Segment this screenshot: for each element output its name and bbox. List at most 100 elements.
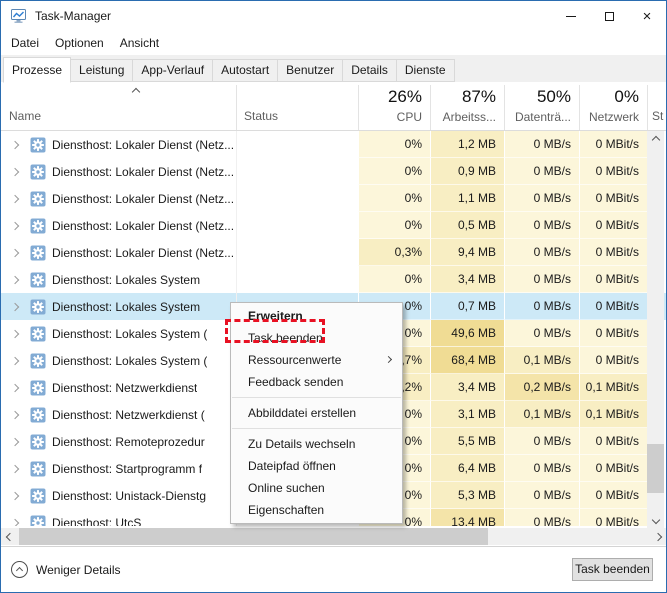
menubar-item-ansicht[interactable]: Ansicht bbox=[112, 31, 167, 55]
mem-cell: 1,1 MB bbox=[430, 185, 504, 212]
service-gear-icon bbox=[30, 191, 46, 207]
expand-chevron-icon[interactable] bbox=[11, 329, 19, 337]
disk-total-percent: 50% bbox=[504, 87, 579, 107]
net-cell: 0 MBit/s bbox=[579, 455, 647, 482]
process-name: Diensthost: Lokaler Dienst (Netz... bbox=[52, 192, 234, 206]
process-name: Diensthost: Startprogramm f bbox=[52, 462, 202, 476]
chevron-up-circle-icon bbox=[11, 561, 28, 578]
vertical-scroll-thumb[interactable] bbox=[647, 444, 664, 493]
status-cell bbox=[236, 131, 358, 158]
menu-separator bbox=[232, 428, 401, 429]
disk-cell: 0 MB/s bbox=[504, 239, 579, 266]
cpu-column-label: CPU bbox=[358, 110, 430, 124]
process-name-cell: Diensthost: Netzwerkdienst bbox=[1, 374, 236, 401]
context-menu-item-ressourcenwerte[interactable]: Ressourcenwerte bbox=[231, 349, 402, 371]
expand-chevron-icon[interactable] bbox=[11, 194, 19, 202]
scroll-down-button[interactable] bbox=[647, 511, 664, 528]
process-name-cell: Diensthost: Lokales System bbox=[1, 293, 236, 320]
tab-leistung[interactable]: Leistung bbox=[70, 59, 133, 82]
tab-details[interactable]: Details bbox=[342, 59, 397, 82]
minimize-button[interactable] bbox=[552, 1, 590, 31]
expand-chevron-icon[interactable] bbox=[11, 302, 19, 310]
process-row[interactable]: Diensthost: Lokaler Dienst (Netz...0,3%9… bbox=[1, 239, 666, 266]
net-cell: 0 MBit/s bbox=[579, 212, 647, 239]
process-name: Diensthost: Lokales System ( bbox=[52, 327, 207, 341]
process-name-cell: Diensthost: Remoteprozedur bbox=[1, 428, 236, 455]
horizontal-scrollbar[interactable] bbox=[1, 528, 666, 545]
service-gear-icon bbox=[30, 299, 46, 315]
column-header-cpu[interactable]: 26%CPU bbox=[358, 82, 430, 131]
fewer-details-toggle[interactable]: Weniger Details bbox=[11, 561, 120, 578]
context-menu-item-eigenschaften[interactable]: Eigenschaften bbox=[231, 499, 402, 521]
service-gear-icon bbox=[30, 245, 46, 261]
column-header-partial[interactable]: St bbox=[652, 109, 663, 123]
expand-chevron-icon[interactable] bbox=[11, 491, 19, 499]
maximize-button[interactable] bbox=[590, 1, 628, 31]
mem-total-percent: 87% bbox=[430, 87, 504, 107]
end-task-button[interactable]: Task beenden bbox=[572, 558, 653, 581]
cpu-cell: 0% bbox=[358, 266, 430, 293]
process-row[interactable]: Diensthost: Lokaler Dienst (Netz...0%1,2… bbox=[1, 131, 666, 158]
context-menu-item-zu-details-wechseln[interactable]: Zu Details wechseln bbox=[231, 433, 402, 455]
expand-chevron-icon[interactable] bbox=[11, 140, 19, 148]
process-name: Diensthost: Lokales System bbox=[52, 273, 200, 287]
context-menu-item-online-suchen[interactable]: Online suchen bbox=[231, 477, 402, 499]
process-row[interactable]: Diensthost: Lokales System0%3,4 MB0 MB/s… bbox=[1, 266, 666, 293]
expand-chevron-icon[interactable] bbox=[11, 248, 19, 256]
process-row[interactable]: Diensthost: Lokaler Dienst (Netz...0%0,9… bbox=[1, 158, 666, 185]
tab-dienste[interactable]: Dienste bbox=[396, 59, 455, 82]
expand-chevron-icon[interactable] bbox=[11, 464, 19, 472]
close-button[interactable]: × bbox=[628, 1, 666, 31]
expand-chevron-icon[interactable] bbox=[11, 383, 19, 391]
expand-chevron-icon[interactable] bbox=[11, 437, 19, 445]
process-name-cell: Diensthost: Unistack-Dienstg bbox=[1, 482, 236, 509]
expand-chevron-icon[interactable] bbox=[11, 356, 19, 364]
chevron-up-icon bbox=[651, 135, 659, 143]
column-header-disk[interactable]: 50%Datenträ... bbox=[504, 82, 579, 131]
close-icon: × bbox=[643, 9, 652, 24]
process-name-cell: Diensthost: Lokaler Dienst (Netz... bbox=[1, 185, 236, 212]
menubar-item-datei[interactable]: Datei bbox=[3, 31, 47, 55]
tab-autostart[interactable]: Autostart bbox=[212, 59, 278, 82]
fewer-details-label: Weniger Details bbox=[36, 563, 120, 577]
disk-cell: 0 MB/s bbox=[504, 428, 579, 455]
process-row[interactable]: Diensthost: Lokaler Dienst (Netz...0%1,1… bbox=[1, 185, 666, 212]
column-header-net[interactable]: 0%Netzwerk bbox=[579, 82, 647, 131]
context-menu-item-feedback-senden[interactable]: Feedback senden bbox=[231, 371, 402, 393]
menubar-item-optionen[interactable]: Optionen bbox=[47, 31, 112, 55]
column-separator bbox=[236, 85, 237, 130]
expand-chevron-icon[interactable] bbox=[11, 167, 19, 175]
mem-cell: 9,4 MB bbox=[430, 239, 504, 266]
net-cell: 0 MBit/s bbox=[579, 266, 647, 293]
service-gear-icon bbox=[30, 407, 46, 423]
status-cell bbox=[236, 266, 358, 293]
service-gear-icon bbox=[30, 380, 46, 396]
context-menu-item-dateipfad-öffnen[interactable]: Dateipfad öffnen bbox=[231, 455, 402, 477]
vertical-scrollbar[interactable] bbox=[647, 131, 664, 528]
column-header-status[interactable]: Status bbox=[244, 109, 278, 123]
red-dashed-highlight bbox=[225, 319, 325, 343]
expand-chevron-icon[interactable] bbox=[11, 410, 19, 418]
expand-chevron-icon[interactable] bbox=[11, 221, 19, 229]
disk-cell: 0,1 MB/s bbox=[504, 347, 579, 374]
net-cell: 0 MBit/s bbox=[579, 347, 647, 374]
column-header-mem[interactable]: 87%Arbeitss... bbox=[430, 82, 504, 131]
net-cell: 0 MBit/s bbox=[579, 509, 647, 526]
context-menu-item-abbilddatei-erstellen[interactable]: Abbilddatei erstellen bbox=[231, 402, 402, 424]
process-name: Diensthost: UtcS bbox=[52, 516, 141, 527]
minimize-icon bbox=[566, 16, 576, 17]
scroll-up-button[interactable] bbox=[647, 131, 664, 148]
mem-cell: 3,4 MB bbox=[430, 374, 504, 401]
process-row[interactable]: Diensthost: Lokaler Dienst (Netz...0%0,5… bbox=[1, 212, 666, 239]
column-header-name[interactable]: Name bbox=[9, 109, 41, 123]
mem-cell: 3,4 MB bbox=[430, 266, 504, 293]
horizontal-scroll-thumb[interactable] bbox=[19, 528, 488, 545]
tab-prozesse[interactable]: Prozesse bbox=[3, 57, 71, 83]
tab-benutzer[interactable]: Benutzer bbox=[277, 59, 343, 82]
expand-chevron-icon[interactable] bbox=[11, 518, 19, 526]
tab-app-verlauf[interactable]: App-Verlauf bbox=[132, 59, 213, 82]
scroll-right-button[interactable] bbox=[649, 528, 666, 545]
expand-chevron-icon[interactable] bbox=[11, 275, 19, 283]
scroll-left-button[interactable] bbox=[1, 528, 18, 545]
disk-cell: 0 MB/s bbox=[504, 185, 579, 212]
